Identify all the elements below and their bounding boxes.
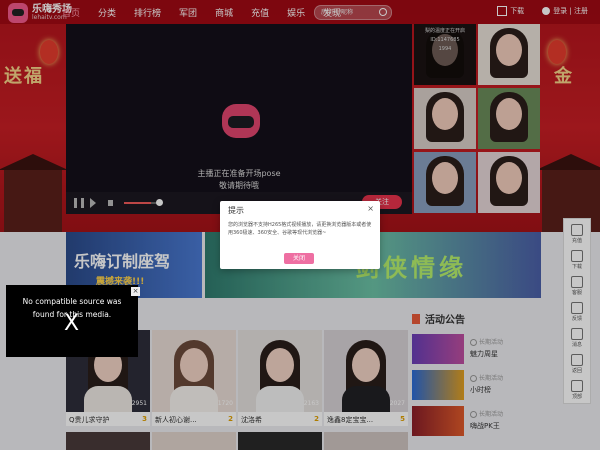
error-x-icon: X [64, 311, 80, 336]
dialog-message: 您的浏览器不支持H265格式视频播放，请更换浏览器版本或者使用360极速、360… [228, 222, 372, 236]
close-icon[interactable]: × [367, 204, 374, 213]
media-error-box: No compatible source was found for this … [6, 285, 140, 357]
close-icon[interactable]: × [131, 287, 140, 296]
close-button[interactable]: 关闭 [284, 253, 314, 264]
browser-warning-dialog: 提示 × 您的浏览器不支持H265格式视频播放，请更换浏览器版本或者使用360极… [220, 201, 380, 269]
dialog-title: 提示 [228, 206, 244, 215]
